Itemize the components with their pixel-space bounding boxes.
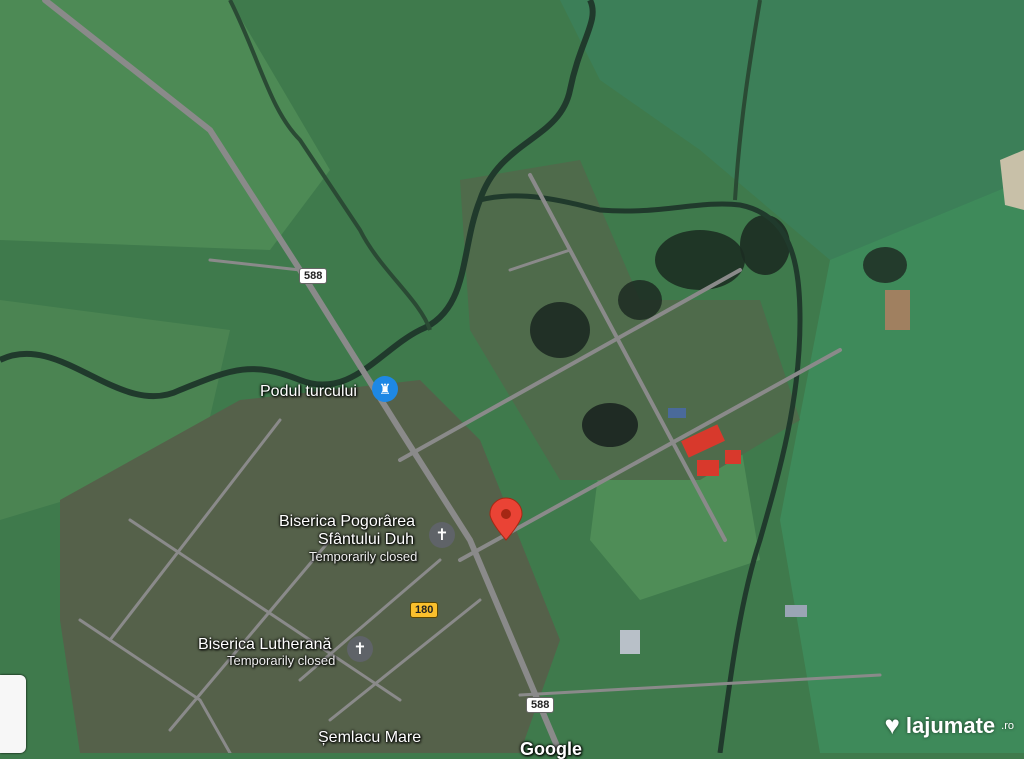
google-attribution: Google (520, 739, 582, 759)
lajumate-watermark: ♥ lajumate .ro (884, 710, 1014, 741)
cross-icon[interactable]: ✝ (347, 636, 373, 662)
poi-biserica-pogorarea-status: Temporarily closed (309, 549, 418, 564)
watermark-suffix: .ro (1001, 719, 1014, 732)
layer-thumbnail[interactable] (0, 675, 26, 753)
poi-podul-turcului-label[interactable]: Podul turcului (260, 383, 357, 401)
poi-biserica-pogorarea-label-line2[interactable]: Sfântului Duh (318, 531, 414, 549)
heart-logo-icon: ♥ (884, 710, 900, 740)
poi-biserica-lutherana-label[interactable]: Biserica Lutherană (198, 636, 331, 654)
cross-icon[interactable]: ✝ (429, 522, 455, 548)
road-shield: 180 (410, 602, 439, 618)
watermark-brand: lajumate (905, 712, 996, 738)
town-label: Șemlacu Mare (318, 729, 422, 746)
satellite-map[interactable] (0, 0, 1024, 753)
poi-biserica-pogorarea-label[interactable]: Biserica Pogorârea (279, 513, 415, 531)
road-shield: 588 (526, 697, 555, 713)
bridge-icon[interactable]: ♜ (372, 376, 398, 402)
road-shield: 588 (299, 268, 328, 284)
poi-biserica-lutherana-status: Temporarily closed (227, 653, 336, 668)
